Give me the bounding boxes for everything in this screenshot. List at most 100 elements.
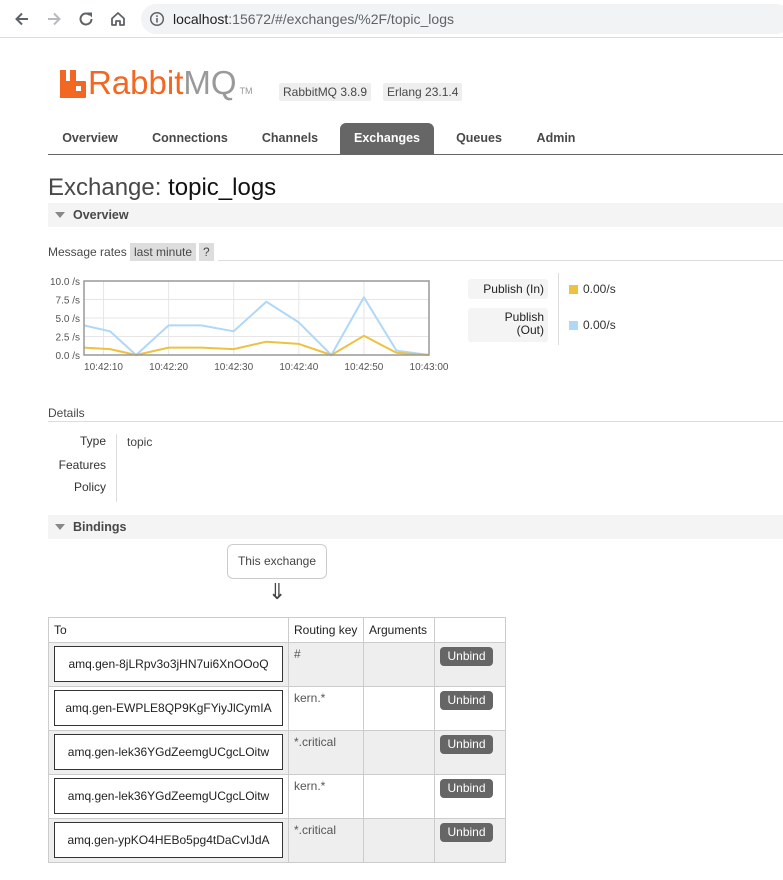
message-rates-chart: 10.0 /s 7.5 /s 5.0 /s 2.5 /s 0.0 /s 10:42:10 1… [50, 277, 449, 373]
column-header-actions [434, 617, 506, 643]
this-exchange-box: This exchange [227, 544, 327, 579]
tab-channels[interactable]: Channels [248, 123, 332, 154]
legend-label-publish-out: Publish (Out) [468, 308, 548, 342]
url-path: :15672/#/exchanges/%2F/topic_logs [228, 11, 454, 27]
bindings-table: To Routing key Arguments amq.gen-8jLRpv3… [48, 617, 506, 863]
tab-admin[interactable]: Admin [526, 123, 586, 154]
queue-link[interactable]: amq.gen-lek36YGdZeemgUCgcLOitw [54, 734, 283, 770]
reload-icon [79, 12, 93, 26]
url-text: localhost:15672/#/exchanges/%2F/topic_lo… [173, 11, 454, 27]
reload-button[interactable] [74, 7, 98, 31]
details-value-type: topic [127, 435, 153, 449]
details-key-policy: Policy [73, 480, 106, 494]
logo-brand: Rabbit [88, 64, 184, 101]
rates-divider [218, 260, 783, 261]
home-icon [111, 12, 125, 26]
routing-key-cell: # [288, 642, 364, 687]
queue-link[interactable]: amq.gen-EWPLE8QP9KgFYiyJlCymIA [54, 690, 283, 726]
binding-destination-cell: amq.gen-lek36YGdZeemgUCgcLOitw [48, 730, 289, 775]
details-label: Details [48, 406, 85, 420]
home-button[interactable] [106, 7, 130, 31]
tab-overview[interactable]: Overview [48, 123, 132, 154]
legend-label-publish-out-text: Publish (Out) [504, 310, 544, 337]
tab-queues[interactable]: Queues [444, 123, 514, 154]
logo-mq: MQ [183, 64, 237, 101]
queue-link[interactable]: amq.gen-lek36YGdZeemgUCgcLOitw [54, 778, 283, 814]
queue-link[interactable]: amq.gen-8jLRpv3o3jHN7ui6XnOOoQ [54, 646, 283, 682]
series-line-publish-in [83, 334, 430, 356]
arrow-left-icon [15, 12, 28, 26]
binding-destination-cell: amq.gen-ypKO4HEBo5pg4tDaCvlJdA [48, 818, 289, 863]
overview-section-header[interactable]: Overview [48, 203, 783, 227]
actions-cell: Unbind [434, 642, 506, 687]
column-header-routing-key: Routing key [288, 617, 364, 643]
bindings-table-header: To Routing key Arguments [48, 617, 506, 643]
logo-trademark: TM [239, 86, 253, 96]
y-tick-label: 2.5 /s [56, 333, 80, 344]
routing-key-cell: kern.* [288, 774, 364, 819]
routing-key-cell: *.critical [288, 818, 364, 863]
rabbitmq-logo[interactable]: RabbitMQ TM [60, 66, 253, 99]
rabbit-logo-icon [60, 70, 86, 98]
collapse-triangle-icon [55, 524, 65, 530]
queue-link[interactable]: amq.gen-ypKO4HEBo5pg4tDaCvlJdA [54, 822, 283, 858]
actions-cell: Unbind [434, 818, 506, 863]
y-tick-label: 0.0 /s [56, 351, 80, 362]
binding-destination-cell: amq.gen-EWPLE8QP9KgFYiyJlCymIA [48, 686, 289, 731]
actions-cell: Unbind [434, 774, 506, 819]
actions-cell: Unbind [434, 730, 506, 775]
table-row: amq.gen-EWPLE8QP9KgFYiyJlCymIA kern.* Un… [48, 686, 506, 731]
details-key-features: Features [58, 458, 106, 472]
address-bar[interactable]: localhost:15672/#/exchanges/%2F/topic_lo… [141, 4, 783, 34]
table-row: amq.gen-lek36YGdZeemgUCgcLOitw kern.* Un… [48, 774, 506, 819]
url-host: localhost [173, 11, 229, 27]
message-rates-label: Message rates [48, 245, 127, 259]
back-button[interactable] [10, 7, 34, 31]
legend-swatch-publish-out [569, 321, 578, 330]
y-tick-label: 5.0 /s [56, 314, 80, 325]
arguments-cell [363, 686, 435, 731]
unbind-button[interactable]: Unbind [440, 647, 493, 666]
unbind-button[interactable]: Unbind [440, 779, 493, 798]
arguments-cell [363, 774, 435, 819]
x-tick-label: 10:42:30 [214, 362, 253, 373]
binding-destination-cell: amq.gen-8jLRpv3o3jHN7ui6XnOOoQ [48, 642, 289, 687]
y-tick-label: 10.0 /s [50, 277, 80, 288]
x-tick-label: 10:42:50 [344, 362, 383, 373]
arguments-cell [363, 818, 435, 863]
legend-value-publish-out: 0.00/s [569, 318, 616, 332]
tab-exchanges[interactable]: Exchanges [340, 123, 434, 154]
publish-out-rate: 0.00/s [583, 318, 616, 332]
bindings-section-label: Bindings [73, 520, 127, 534]
erlang-version-badge: Erlang 23.1.4 [383, 83, 463, 101]
rates-period-selector[interactable]: last minute [130, 243, 197, 261]
table-row: amq.gen-lek36YGdZeemgUCgcLOitw *.critica… [48, 730, 506, 775]
routing-key-cell: *.critical [288, 730, 364, 775]
details-divider [48, 421, 783, 422]
forward-button[interactable] [42, 7, 66, 31]
series-line-publish-out [83, 296, 430, 356]
table-row: amq.gen-ypKO4HEBo5pg4tDaCvlJdA *.critica… [48, 818, 506, 863]
bindings-section-header[interactable]: Bindings [48, 515, 783, 539]
binding-destination-cell: amq.gen-lek36YGdZeemgUCgcLOitw [48, 774, 289, 819]
legend-value-publish-in: 0.00/s [569, 282, 616, 296]
actions-cell: Unbind [434, 686, 506, 731]
down-double-arrow-icon: ⇓ [268, 579, 287, 604]
logo-wordmark: RabbitMQ [88, 66, 237, 99]
unbind-button[interactable]: Unbind [440, 691, 493, 710]
unbind-button[interactable]: Unbind [440, 823, 493, 842]
info-icon[interactable] [149, 11, 165, 27]
overview-section-label: Overview [73, 208, 129, 222]
legend-swatch-publish-in [569, 285, 578, 294]
column-header-to: To [48, 617, 289, 643]
column-header-arguments: Arguments [363, 617, 435, 643]
tab-connections[interactable]: Connections [142, 123, 238, 154]
help-button[interactable]: ? [199, 243, 214, 261]
arrow-right-icon [48, 12, 61, 26]
y-tick-label: 7.5 /s [56, 296, 80, 307]
rabbitmq-version-badge: RabbitMQ 3.8.9 [279, 83, 372, 101]
x-tick-label: 10:42:20 [149, 362, 188, 373]
x-tick-label: 10:43:00 [410, 362, 449, 373]
unbind-button[interactable]: Unbind [440, 735, 493, 754]
details-vertical-divider [116, 434, 117, 502]
